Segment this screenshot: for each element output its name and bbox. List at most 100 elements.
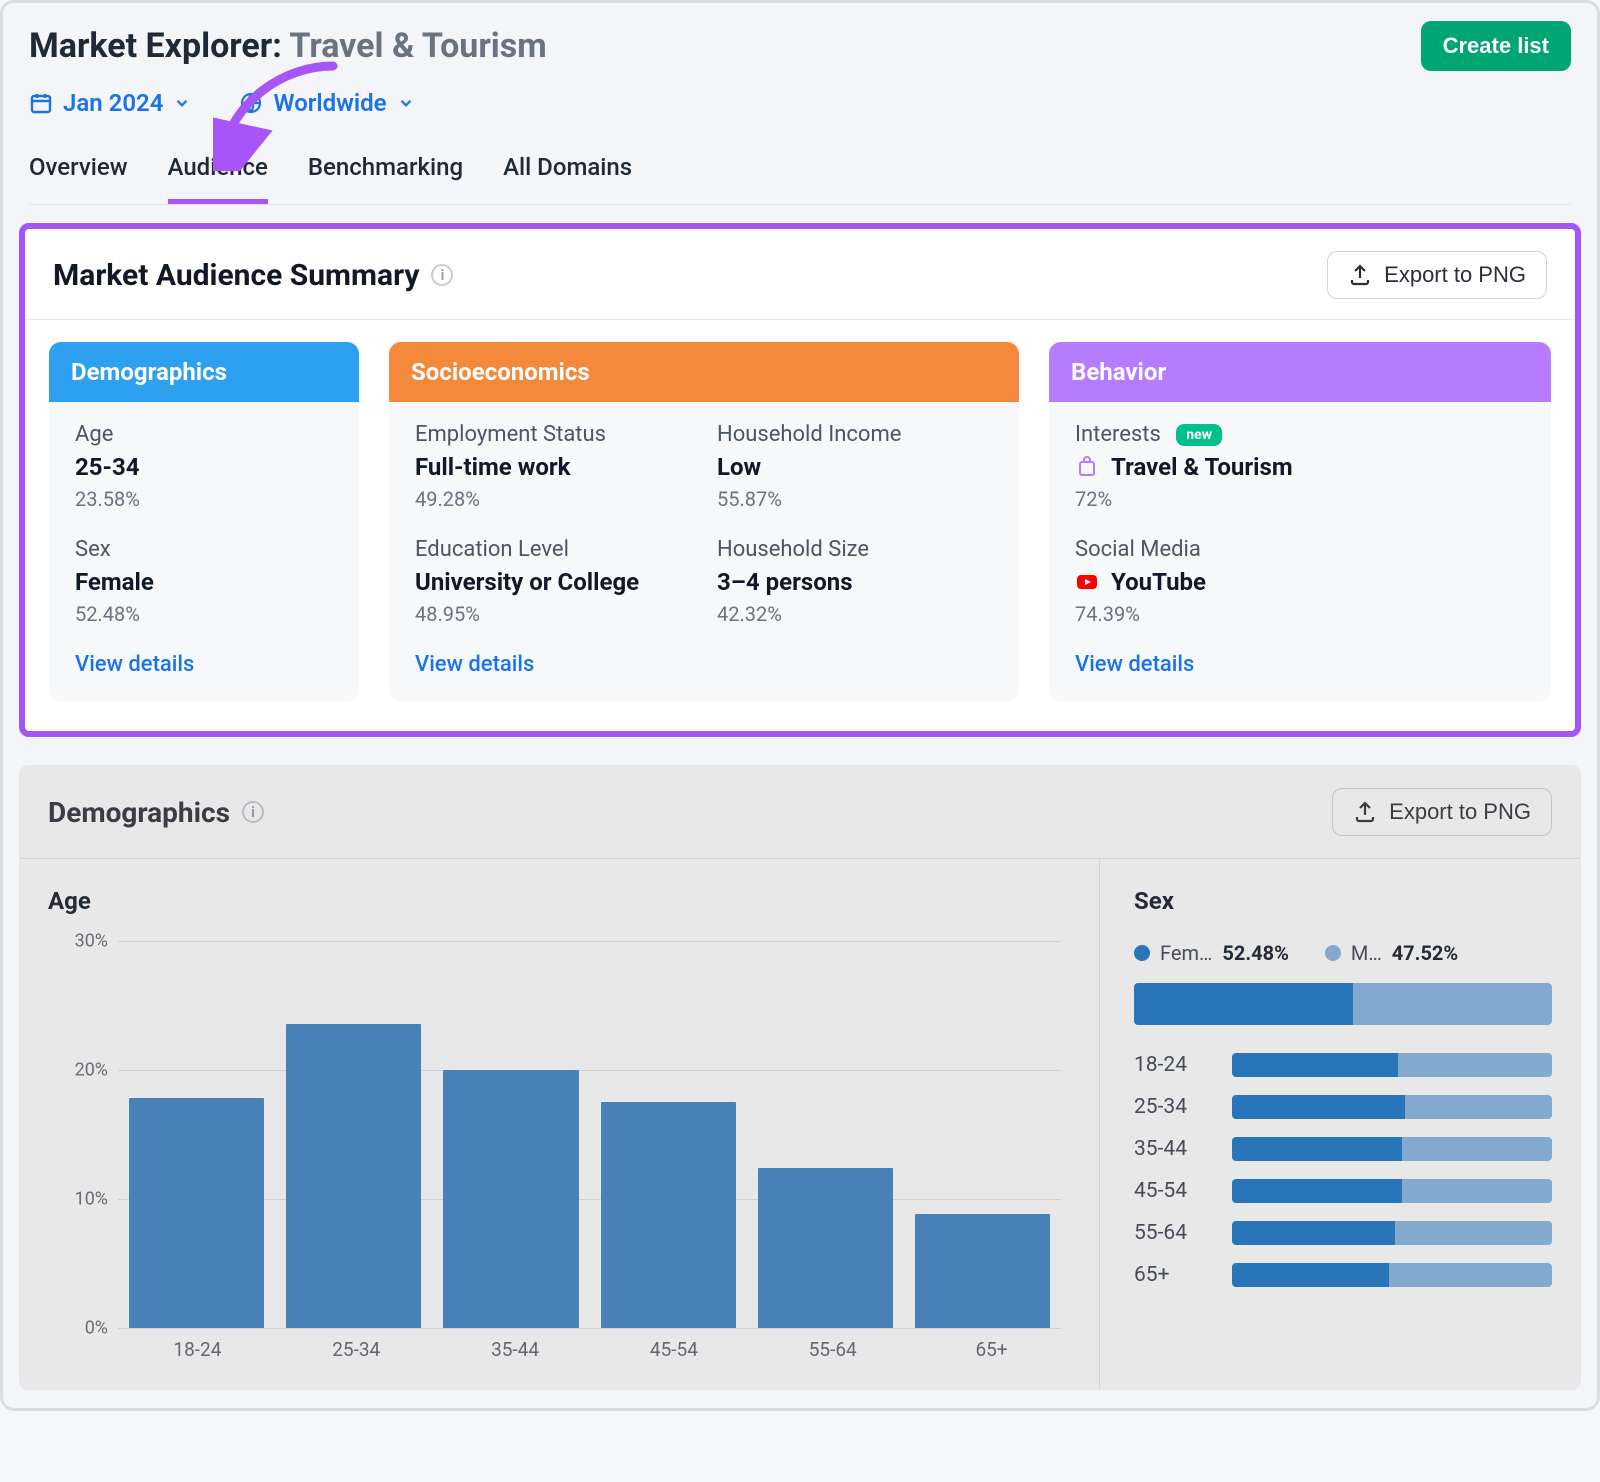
metric-education-value: University or College [415,568,691,596]
x-tick-label: 45-54 [594,1338,753,1361]
age-bar [915,1214,1050,1328]
tab-all-domains[interactable]: All Domains [503,145,632,204]
metric-sex: Sex Female 52.48% [75,537,333,626]
youtube-icon [1075,570,1099,594]
tab-overview[interactable]: Overview [29,145,128,204]
x-tick-label: 25-34 [277,1338,436,1361]
metric-education-label: Education Level [415,537,691,562]
sex-overall-bar [1134,983,1552,1025]
legend-dot-icon [1134,945,1150,961]
sex-legend: Fem… 52.48% M… 47.52% [1134,941,1552,965]
region-filter[interactable]: Worldwide [239,89,414,117]
suitcase-icon [1075,455,1099,479]
x-tick-label: 18-24 [118,1338,277,1361]
chevron-down-icon [173,94,191,112]
metric-employment: Employment Status Full-time work 49.28% [415,422,691,511]
metric-social: Social Media YouTube 74.39% [1075,537,1525,626]
segment-demographics-title: Demographics [49,342,359,402]
page-title: Market Explorer: Travel & Tourism [29,26,547,66]
export-icon [1353,800,1377,824]
view-details-behavior[interactable]: View details [1075,652,1525,677]
sex-row: 35-44 [1134,1137,1552,1161]
metric-sex-pct: 52.48% [75,602,333,626]
metric-employment-pct: 49.28% [415,487,691,511]
metric-income: Household Income Low 55.87% [717,422,993,511]
legend-male-value: 47.52% [1392,941,1458,965]
y-tick-label: 0% [48,1318,108,1339]
age-bar [758,1168,893,1328]
metric-social-value: YouTube [1075,568,1525,596]
export-demographics-button[interactable]: Export to PNG [1332,788,1552,836]
metric-income-label: Household Income [717,422,993,447]
sex-row: 55-64 [1134,1221,1552,1245]
metric-size-label: Household Size [717,537,993,562]
summary-title: Market Audience Summary [53,258,419,293]
sex-row-label: 65+ [1134,1263,1214,1287]
y-tick-label: 10% [48,1188,108,1209]
tab-benchmarking[interactable]: Benchmarking [308,145,463,204]
page-title-prefix: Market Explorer: [29,26,282,66]
segment-socioeconomics: Socioeconomics Employment Status Full-ti… [389,342,1019,701]
metric-interests-pct: 72% [1075,487,1525,511]
sex-rows: 18-24 25-34 35-44 45-54 55-64 65+ [1134,1053,1552,1287]
metric-income-pct: 55.87% [717,487,993,511]
legend-female: Fem… 52.48% [1134,941,1289,965]
metric-interests-value: Travel & Tourism [1075,453,1525,481]
legend-dot-icon [1325,945,1341,961]
metric-sex-label: Sex [75,537,333,562]
globe-icon [239,91,263,115]
age-bar [443,1070,578,1328]
export-summary-button[interactable]: Export to PNG [1327,251,1547,299]
metric-education: Education Level University or College 48… [415,537,691,626]
metric-interests-label-text: Interests [1075,422,1161,447]
info-icon[interactable]: i [242,801,264,823]
metric-age-label: Age [75,422,333,447]
info-icon[interactable]: i [431,264,453,286]
tab-bar: Overview Audience Benchmarking All Domai… [29,145,1571,205]
metric-size-pct: 42.32% [717,602,993,626]
export-icon [1348,263,1372,287]
legend-female-value: 52.48% [1222,941,1288,965]
segment-demographics: Demographics Age 25-34 23.58% Sex Female… [49,342,359,701]
date-filter[interactable]: Jan 2024 [29,89,191,117]
x-tick-label: 65+ [912,1338,1071,1361]
x-tick-label: 35-44 [436,1338,595,1361]
sex-row-label: 18-24 [1134,1053,1214,1077]
segment-behavior: Behavior Interests new Travel & Tourism … [1049,342,1551,701]
y-tick-label: 30% [48,931,108,952]
metric-sex-value: Female [75,568,333,596]
metric-employment-value: Full-time work [415,453,691,481]
metric-size-value: 3–4 persons [717,568,993,596]
sex-row: 45-54 [1134,1179,1552,1203]
sex-row-label: 25-34 [1134,1095,1214,1119]
age-bar [129,1098,264,1328]
view-details-demographics[interactable]: View details [75,652,333,677]
metric-interests: Interests new Travel & Tourism 72% [1075,422,1525,511]
region-filter-label: Worldwide [273,89,386,117]
sex-row-label: 35-44 [1134,1137,1214,1161]
metric-age: Age 25-34 23.58% [75,422,333,511]
export-label: Export to PNG [1389,799,1531,825]
x-tick-label: 55-64 [753,1338,912,1361]
metric-social-pct: 74.39% [1075,602,1525,626]
metric-income-value: Low [717,453,993,481]
age-chart-title: Age [48,887,1071,915]
metric-interests-label: Interests new [1075,422,1525,447]
age-chart: Age 0% 10% 20% 30% 18-2425-3435-4445-5455-64… [20,859,1100,1389]
metric-age-pct: 23.58% [75,487,333,511]
tab-audience[interactable]: Audience [168,145,268,204]
chevron-down-icon [397,94,415,112]
sex-row: 65+ [1134,1263,1552,1287]
metric-social-label: Social Media [1075,537,1525,562]
metric-education-pct: 48.95% [415,602,691,626]
create-list-button[interactable]: Create list [1421,21,1571,71]
legend-male: M… 47.52% [1325,941,1458,965]
sex-row-label: 55-64 [1134,1221,1214,1245]
sex-chart: Sex Fem… 52.48% M… 47.52% 18-2425-3435-4… [1100,859,1580,1389]
audience-summary-panel: Market Audience Summary i Export to PNG … [19,223,1581,737]
view-details-socioeconomics[interactable]: View details [415,652,993,677]
y-tick-label: 20% [48,1059,108,1080]
metric-age-value: 25-34 [75,453,333,481]
calendar-icon [29,91,53,115]
date-filter-label: Jan 2024 [63,89,163,117]
